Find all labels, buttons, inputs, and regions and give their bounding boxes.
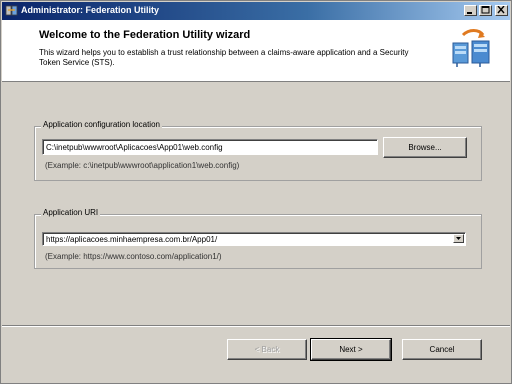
app-uri-dropdown-button[interactable] — [453, 234, 464, 243]
window-title: Administrator: Federation Utility — [21, 5, 160, 15]
page-description: This wizard helps you to establish a tru… — [39, 48, 409, 67]
title-bar[interactable]: Administrator: Federation Utility — [2, 2, 510, 20]
app-uri-select[interactable]: https://aplicacoes.minhaempresa.com.br/A… — [42, 232, 466, 246]
next-button[interactable]: Next > — [310, 338, 392, 361]
minimize-icon — [467, 12, 472, 14]
close-button[interactable] — [495, 5, 508, 16]
wizard-window: Administrator: Federation Utility Welcom… — [0, 0, 512, 384]
close-icon — [497, 6, 505, 14]
wizard-header: Welcome to the Federation Utility wizard… — [2, 20, 510, 82]
app-icon — [5, 5, 18, 16]
app-uri-example: (Example: https://www.contoso.com/applic… — [45, 252, 222, 261]
federation-icon — [452, 29, 490, 67]
minimize-button[interactable] — [464, 5, 477, 16]
app-uri-label: Application URI — [41, 208, 101, 217]
footer-separator — [2, 325, 510, 327]
browse-button[interactable]: Browse... — [383, 137, 467, 158]
maximize-button[interactable] — [479, 5, 492, 16]
back-button[interactable]: < Back — [227, 339, 307, 360]
config-location-input[interactable]: C:\inetpub\wwwroot\Aplicacoes\App01\web.… — [42, 139, 378, 155]
app-uri-value: https://aplicacoes.minhaempresa.com.br/A… — [46, 235, 218, 244]
config-location-example: (Example: c:\inetpub\wwwroot\application… — [45, 161, 240, 170]
config-location-label: Application configuration location — [41, 120, 162, 129]
cancel-button[interactable]: Cancel — [402, 339, 482, 360]
chevron-down-icon — [456, 237, 461, 240]
maximize-icon — [481, 6, 490, 14]
page-title: Welcome to the Federation Utility wizard — [39, 29, 251, 41]
